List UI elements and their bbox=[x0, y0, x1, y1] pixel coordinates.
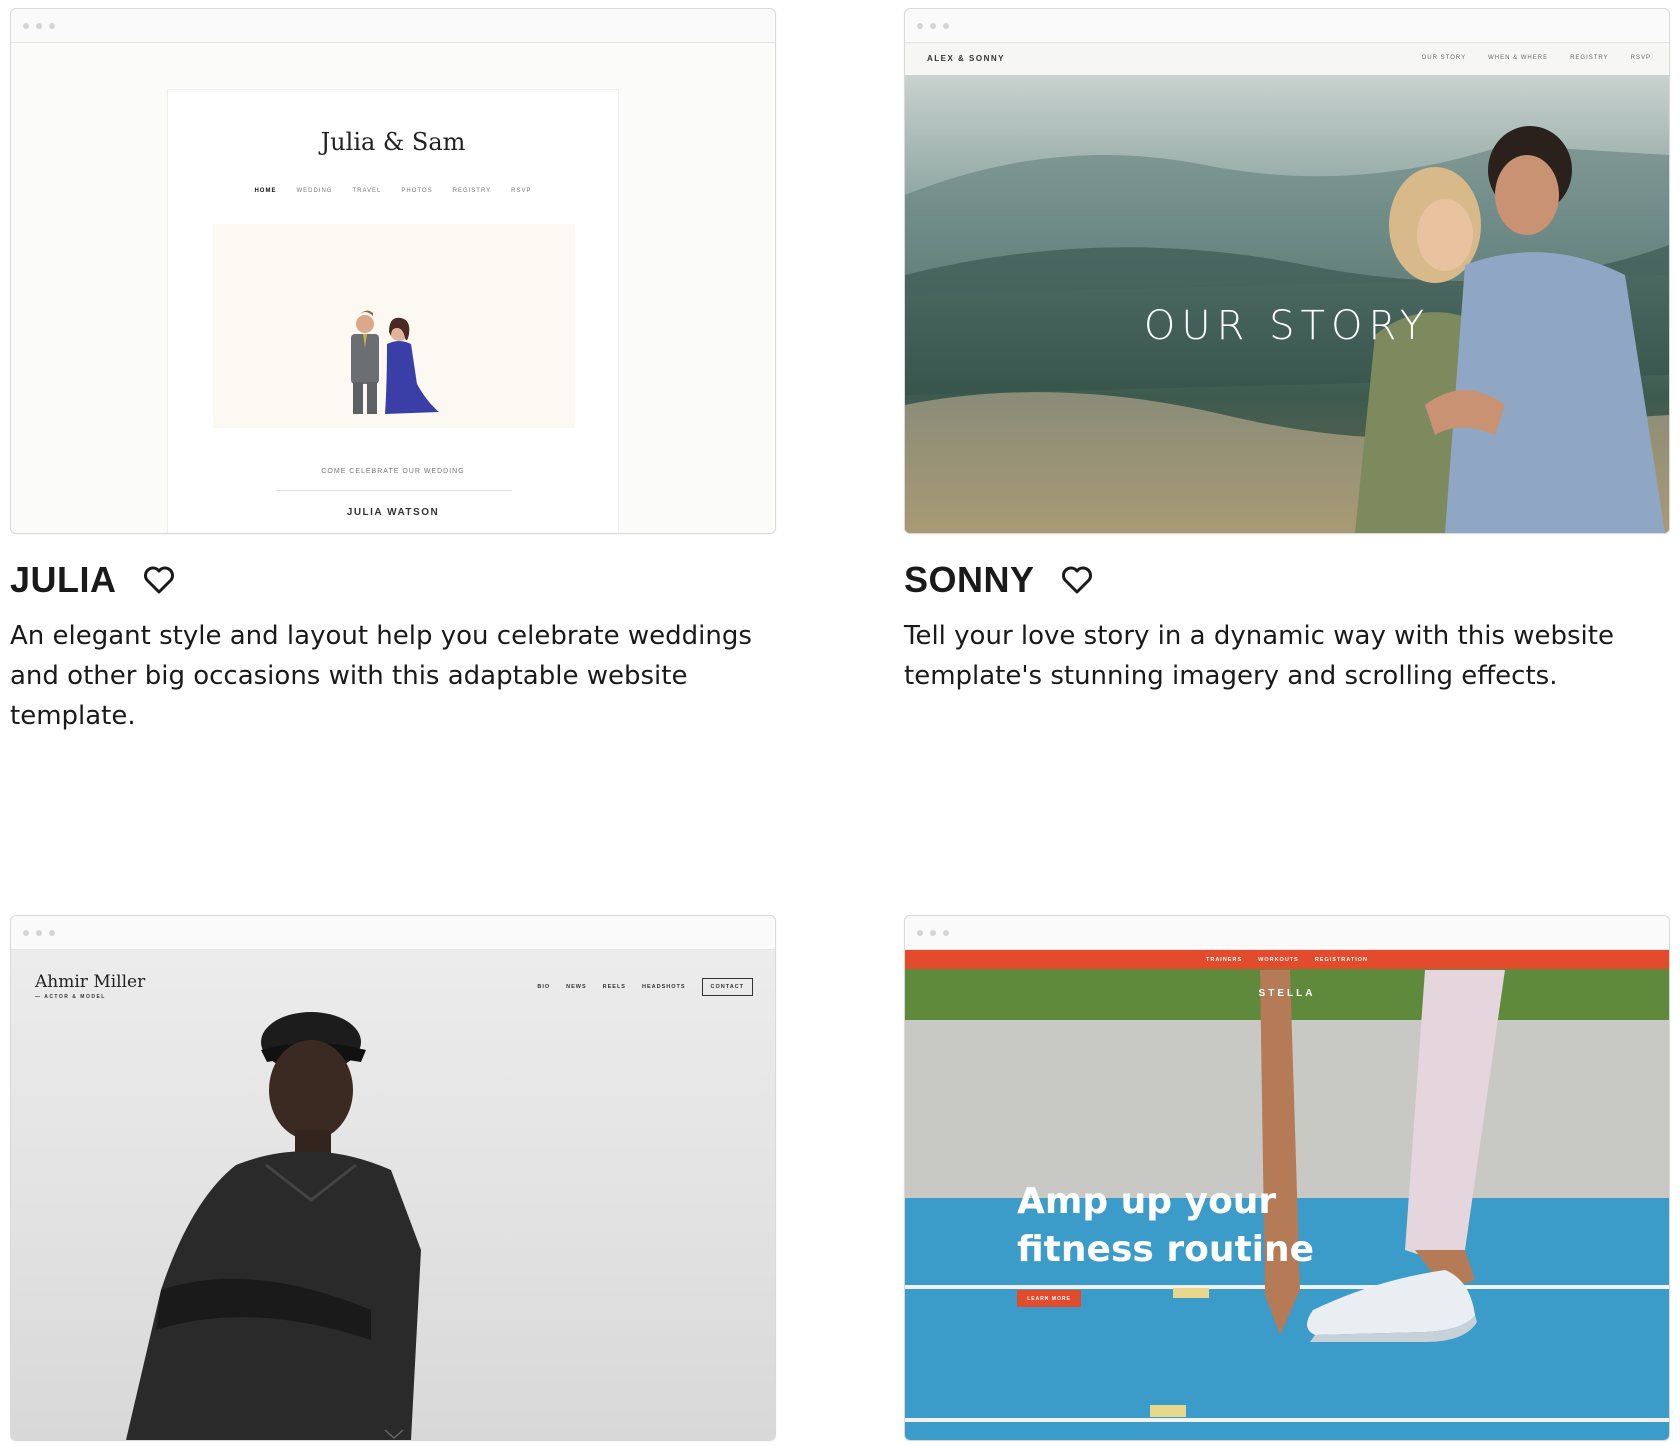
preview-nav-item: RSVP bbox=[511, 188, 532, 194]
preview-subtitle: — ACTOR & MODEL bbox=[35, 994, 106, 1000]
template-preview-stella[interactable]: TRAINERS WORKOUTS REGISTRATION STELLA Am… bbox=[904, 915, 1670, 1441]
hero-photo: TRAINERS WORKOUTS REGISTRATION STELLA Am… bbox=[905, 950, 1669, 1440]
window-dot-icon bbox=[36, 23, 42, 29]
preview-nav: HOME WEDDING TRAVEL PHOTOS REGISTRY RSVP bbox=[168, 188, 618, 194]
preview-nav-item: REGISTRY bbox=[1570, 55, 1609, 61]
preview-brand: ALEX & SONNY bbox=[927, 54, 1006, 63]
preview-viewport: TRAINERS WORKOUTS REGISTRATION STELLA Am… bbox=[905, 950, 1669, 1440]
preview-nav-item: RSVP bbox=[1630, 55, 1651, 61]
preview-headline: OUR STORY bbox=[1143, 303, 1431, 349]
window-dot-icon bbox=[930, 930, 936, 936]
preview-headline: Amp up your fitness routine bbox=[1017, 1181, 1315, 1270]
hero-photo: Ahmir Miller — ACTOR & MODEL BIO NEWS RE… bbox=[11, 950, 775, 1440]
template-preview-julia[interactable]: Julia & Sam HOME WEDDING TRAVEL PHOTOS R… bbox=[10, 8, 776, 534]
preview-nav-item: WHEN & WHERE bbox=[1488, 55, 1549, 61]
template-description: An elegant style and layout help you cel… bbox=[10, 621, 752, 731]
browser-chrome bbox=[11, 916, 775, 950]
template-meta: SONNY Tell your love story in a dynamic … bbox=[904, 558, 1670, 696]
preview-nav-item: OUR STORY bbox=[1421, 55, 1467, 61]
preview-viewport: ALEX & SONNY OUR STORY WHEN & WHERE REGI… bbox=[905, 43, 1669, 533]
hero-photo: OUR STORY bbox=[905, 75, 1669, 533]
divider bbox=[276, 490, 512, 491]
window-dot-icon bbox=[36, 930, 42, 936]
browser-chrome bbox=[905, 916, 1669, 950]
couple-photo bbox=[213, 224, 575, 428]
template-meta: JULIA An elegant style and layout help y… bbox=[10, 558, 776, 736]
window-dot-icon bbox=[930, 23, 936, 29]
heart-outline-icon[interactable] bbox=[141, 562, 177, 598]
preview-site-title: Julia & Sam bbox=[320, 128, 466, 156]
template-title[interactable]: SONNY bbox=[904, 559, 1035, 601]
template-title[interactable]: JULIA bbox=[10, 559, 117, 601]
preview-nav-item: NEWS bbox=[566, 984, 587, 990]
preview-nav-item: HOME bbox=[254, 188, 277, 194]
preview-signature: JULIA WATSON bbox=[346, 507, 440, 518]
preview-viewport: Ahmir Miller — ACTOR & MODEL BIO NEWS RE… bbox=[11, 950, 775, 1440]
preview-header: ALEX & SONNY OUR STORY WHEN & WHERE REGI… bbox=[905, 43, 1669, 75]
preview-nav: OUR STORY WHEN & WHERE REGISTRY RSVP bbox=[1422, 55, 1651, 61]
preview-nav: BIO NEWS REELS HEADSHOTS CONTACT bbox=[537, 978, 753, 996]
title-row: SONNY bbox=[904, 558, 1670, 602]
browser-chrome bbox=[905, 9, 1669, 43]
preview-nav: TRAINERS WORKOUTS REGISTRATION bbox=[905, 950, 1669, 969]
preview-nav-item: WEDDING bbox=[296, 188, 333, 194]
preview-site-title: Ahmir Miller bbox=[35, 972, 146, 992]
preview-nav-item: HEADSHOTS bbox=[641, 984, 686, 990]
window-dot-icon bbox=[23, 930, 29, 936]
preview-viewport: Julia & Sam HOME WEDDING TRAVEL PHOTOS R… bbox=[11, 43, 775, 533]
window-dot-icon bbox=[23, 23, 29, 29]
title-row: JULIA bbox=[10, 558, 776, 602]
preview-nav-item: TRAINERS bbox=[1206, 956, 1243, 963]
template-preview-ahmir[interactable]: Ahmir Miller — ACTOR & MODEL BIO NEWS RE… bbox=[10, 915, 776, 1441]
preview-contact-button: CONTACT bbox=[701, 978, 753, 996]
window-dot-icon bbox=[917, 930, 923, 936]
window-dot-icon bbox=[49, 930, 55, 936]
template-description: Tell your love story in a dynamic way wi… bbox=[904, 621, 1614, 691]
preview-nav-item: REELS bbox=[602, 984, 626, 990]
preview-page: Julia & Sam HOME WEDDING TRAVEL PHOTOS R… bbox=[167, 89, 619, 533]
heart-outline-icon[interactable] bbox=[1059, 562, 1095, 598]
window-dot-icon bbox=[917, 23, 923, 29]
window-dot-icon bbox=[943, 930, 949, 936]
window-dot-icon bbox=[943, 23, 949, 29]
preview-nav-item: BIO bbox=[537, 984, 551, 990]
preview-nav-item: TRAVEL bbox=[352, 188, 382, 194]
window-dot-icon bbox=[49, 23, 55, 29]
template-preview-sonny[interactable]: ALEX & SONNY OUR STORY WHEN & WHERE REGI… bbox=[904, 8, 1670, 534]
preview-nav-item: REGISTRATION bbox=[1314, 956, 1368, 963]
browser-chrome bbox=[11, 9, 775, 43]
preview-brand: STELLA bbox=[1258, 988, 1316, 999]
preview-nav-item: REGISTRY bbox=[452, 188, 492, 194]
preview-nav-item: PHOTOS bbox=[401, 188, 433, 194]
preview-cta-button: LEARN MORE bbox=[1017, 1290, 1081, 1307]
chevron-down-icon bbox=[384, 1429, 404, 1440]
preview-tagline: COME CELEBRATE OUR WEDDING bbox=[321, 468, 465, 475]
preview-nav-item: WORKOUTS bbox=[1258, 956, 1299, 963]
